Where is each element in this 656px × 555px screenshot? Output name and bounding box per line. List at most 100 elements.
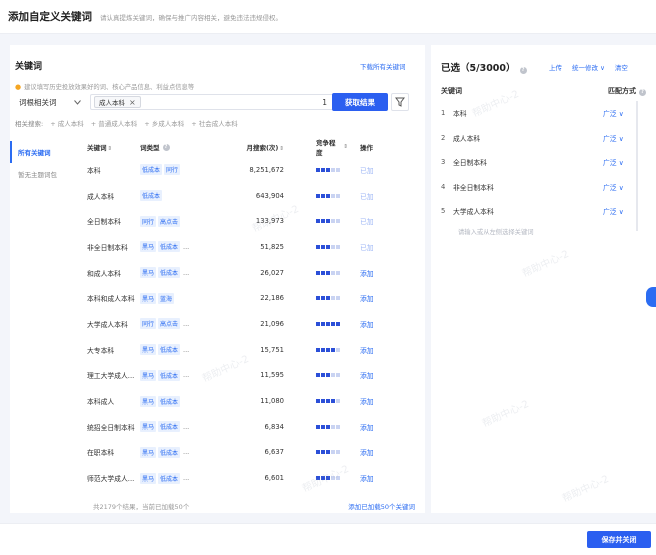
filter-icon <box>395 97 405 107</box>
tab-all-keywords[interactable]: 所有关键词 <box>10 141 70 163</box>
type-badge: 黑马 <box>140 292 157 304</box>
help-icon[interactable]: ? <box>162 143 170 151</box>
competition-block <box>316 296 320 301</box>
competition-block <box>331 347 335 352</box>
row-type: 同行 高点击 <box>140 215 218 227</box>
type-badge: 蓝海 <box>158 292 175 304</box>
item-index: 5 <box>441 207 446 216</box>
row-volume: 15,751 <box>260 345 284 354</box>
add-keyword-button[interactable]: 添加 <box>348 473 388 483</box>
match-type-dropdown[interactable]: 广泛 ∨ <box>603 157 624 167</box>
match-type-dropdown[interactable]: 广泛 ∨ <box>603 133 624 143</box>
close-icon[interactable]: × <box>129 98 136 107</box>
row-type: 低成本 <box>140 190 218 202</box>
filter-button[interactable] <box>391 93 409 111</box>
add-keyword-button[interactable]: 添加 <box>348 447 388 457</box>
row-keyword: 全日制本科 <box>87 218 121 227</box>
competition-meter <box>288 167 348 172</box>
row-keyword: 大学成人本科 <box>87 320 128 329</box>
get-results-button[interactable]: 获取结果 <box>332 93 388 111</box>
competition-block <box>321 244 325 249</box>
assistant-float-icon[interactable] <box>646 287 656 307</box>
type-badge: 黑马 <box>140 472 157 484</box>
more-tags[interactable]: ... <box>183 474 189 482</box>
tab-topic-packages[interactable]: 暂无主题词包 <box>10 163 70 185</box>
help-icon[interactable]: ? <box>639 89 646 96</box>
added-keyword-label: 已加 <box>360 166 374 175</box>
competition-block <box>336 219 340 224</box>
competition-block <box>316 347 320 352</box>
table-row: 统招全日制本科 黑马 低成本... 6,834 添加 <box>82 414 422 440</box>
table-body: 本科 低成本 同行 8,251,672 已加 成人本科 低成本 643,904 已加 全日制本科同… <box>82 157 422 491</box>
match-type-dropdown[interactable]: 广泛 ∨ <box>603 182 624 192</box>
selected-actions: 上传 统一修改 ∨ 清空 <box>549 62 628 72</box>
more-tags[interactable]: ... <box>183 320 189 328</box>
competition-block <box>336 476 340 481</box>
related-search-item[interactable]: + 乡成人本科 <box>144 118 184 128</box>
related-search-item[interactable]: + 普通成人本科 <box>91 118 138 128</box>
add-loaded-keywords-link[interactable]: 添加已加载50个关键词 <box>348 501 415 511</box>
add-keyword-button[interactable]: 添加 <box>348 268 388 278</box>
added-keyword-label: 已加 <box>360 192 374 201</box>
column-competition[interactable]: 竞争程度 ⇕ <box>288 137 348 157</box>
add-keyword-button[interactable]: 添加 <box>348 293 388 303</box>
clear-link[interactable]: 清空 <box>615 62 628 72</box>
more-tags[interactable]: ... <box>183 269 189 277</box>
add-keyword-button[interactable]: 添加 <box>348 319 388 329</box>
keyword-input[interactable]: 成人本科 × 1 <box>90 94 334 110</box>
row-type: 黑马 低成本... <box>140 241 218 253</box>
competition-block <box>321 424 325 429</box>
row-type: 黑马 低成本... <box>140 267 218 279</box>
competition-block <box>331 296 335 301</box>
row-volume: 11,595 <box>260 371 284 380</box>
competition-block <box>321 270 325 275</box>
list-item: 4 非全日制本科 广泛 ∨ <box>441 175 646 200</box>
type-badge: 黑马 <box>140 421 157 433</box>
upload-link[interactable]: 上传 <box>549 62 562 72</box>
related-search-item[interactable]: + 成人本科 <box>50 118 84 128</box>
bulk-edit-dropdown[interactable]: 统一修改 ∨ <box>572 62 605 72</box>
download-all-keywords-link[interactable]: 下载所有关键词 <box>360 61 406 71</box>
type-badge: 低成本 <box>158 395 181 407</box>
match-type-dropdown[interactable]: 广泛 ∨ <box>603 108 624 118</box>
help-icon[interactable]: ? <box>519 67 527 74</box>
competition-block <box>331 270 335 275</box>
row-keyword: 本科和成人本科 <box>87 295 135 304</box>
more-tags[interactable]: ... <box>183 423 189 431</box>
competition-block <box>331 373 335 378</box>
keyword-mode-select[interactable]: 词根相关词 <box>15 94 85 110</box>
add-keyword-button[interactable]: 添加 <box>348 345 388 355</box>
add-keyword-button[interactable]: 添加 <box>348 422 388 432</box>
more-tags[interactable]: ... <box>183 448 189 456</box>
more-tags[interactable]: ... <box>183 346 189 354</box>
column-keyword[interactable]: 关键词⇕ <box>82 142 140 152</box>
competition-meter <box>288 321 348 326</box>
add-keyword-button[interactable]: 添加 <box>348 370 388 380</box>
row-volume: 643,904 <box>255 191 284 200</box>
match-type-dropdown[interactable]: 广泛 ∨ <box>603 206 624 216</box>
save-and-close-button[interactable]: 保存并关闭 <box>587 531 651 548</box>
competition-block <box>331 193 335 198</box>
competition-block <box>336 347 340 352</box>
selected-scrollbar[interactable] <box>636 101 638 231</box>
chevron-down-icon: ∨ <box>616 134 624 143</box>
competition-block <box>336 424 340 429</box>
competition-block <box>326 270 330 275</box>
competition-block <box>331 399 335 404</box>
competition-block <box>316 167 320 172</box>
competition-block <box>316 399 320 404</box>
more-tags[interactable]: ... <box>183 371 189 379</box>
more-tags[interactable]: ... <box>183 243 189 251</box>
keyword-category-tabs: 所有关键词 暂无主题词包 <box>10 141 70 185</box>
row-keyword: 本科成人 <box>87 398 115 407</box>
type-badge: 高点击 <box>158 215 181 227</box>
add-keyword-button[interactable]: 添加 <box>348 396 388 406</box>
keyword-tip: ● 建议填写历史投放效果好的词、核心产品信息、利益点信息等 <box>15 82 194 92</box>
related-search-item[interactable]: + 社会成人本科 <box>191 118 238 128</box>
column-volume[interactable]: 月搜索(次)⇕ <box>218 142 288 152</box>
row-volume: 11,080 <box>260 397 284 406</box>
table-row: 在职本科 黑马 低成本... 6,637 添加 <box>82 440 422 466</box>
chevron-down-icon: ∨ <box>616 159 624 168</box>
type-badge: 黑马 <box>140 446 157 458</box>
list-item: 2 成人本科 广泛 ∨ <box>441 126 646 151</box>
